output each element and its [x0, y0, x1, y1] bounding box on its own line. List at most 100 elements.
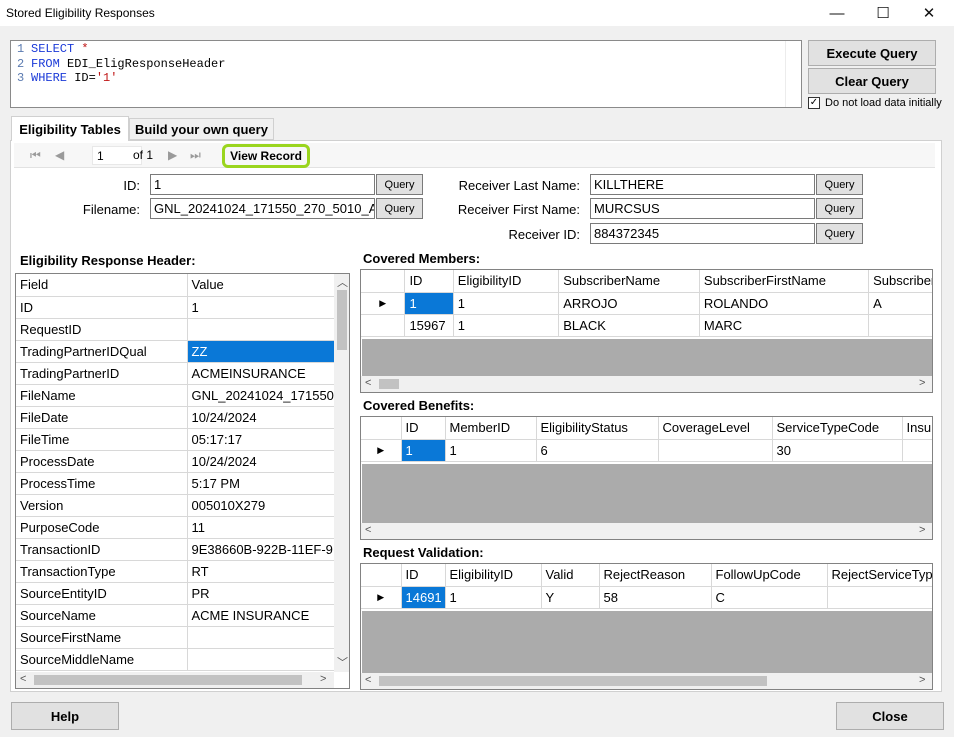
column-header[interactable]: EligibilityID: [453, 270, 560, 293]
row-header[interactable]: [361, 314, 406, 337]
scroll-right-icon[interactable]: >: [919, 524, 925, 536]
receiver-id-input[interactable]: 884372345: [590, 223, 815, 244]
row-header[interactable]: ▶: [361, 439, 402, 462]
hscroll-thumb[interactable]: [379, 379, 399, 389]
column-header[interactable]: FollowUpCode: [711, 564, 828, 587]
table-row[interactable]: ID 1: [16, 296, 335, 319]
hscroll-thumb[interactable]: [379, 676, 767, 686]
help-button[interactable]: Help: [11, 702, 119, 730]
column-header[interactable]: ID: [401, 564, 446, 587]
field-cell[interactable]: Version: [16, 494, 188, 517]
value-cell[interactable]: 05:17:17: [187, 428, 335, 451]
scroll-right-icon[interactable]: >: [919, 377, 925, 389]
table-row[interactable]: FileDate 10/24/2024: [16, 406, 335, 429]
table-cell[interactable]: Y: [541, 586, 600, 609]
value-cell[interactable]: 10/24/2024: [187, 450, 335, 473]
table-row[interactable]: TransactionType RT: [16, 560, 335, 583]
table-cell[interactable]: 1: [401, 439, 446, 462]
validation-grid-hscroll[interactable]: < >: [361, 673, 932, 689]
table-cell[interactable]: MARC: [699, 314, 870, 337]
value-cell[interactable]: PR: [187, 582, 335, 605]
table-cell[interactable]: 15967: [404, 314, 454, 337]
field-cell[interactable]: TransactionID: [16, 538, 188, 561]
column-header[interactable]: ID: [401, 417, 446, 440]
value-cell[interactable]: [187, 626, 335, 649]
table-cell[interactable]: ARROJO: [558, 292, 700, 315]
close-window-button[interactable]: ✕: [906, 0, 952, 26]
field-cell[interactable]: TransactionType: [16, 560, 188, 583]
table-row[interactable]: ▶ 1 1 6 30: [361, 439, 932, 462]
field-cell[interactable]: SourceName: [16, 604, 188, 627]
do-not-load-checkbox[interactable]: ✓: [808, 97, 820, 109]
last-name-query-button[interactable]: Query: [816, 174, 863, 195]
field-cell[interactable]: SourceEntityID: [16, 582, 188, 605]
field-cell[interactable]: FileDate: [16, 406, 188, 429]
table-cell[interactable]: 58: [599, 586, 712, 609]
value-cell[interactable]: GNL_20241024_171550.: [187, 384, 335, 407]
receiver-first-name-input[interactable]: MURCSUS: [590, 198, 815, 219]
field-cell[interactable]: SourceMiddleName: [16, 648, 188, 671]
filename-input[interactable]: GNL_20241024_171550_270_5010_ACME: [150, 198, 375, 219]
first-name-query-button[interactable]: Query: [816, 198, 863, 219]
table-row[interactable]: TransactionID 9E38660B-922B-11EF-9: [16, 538, 335, 561]
column-header[interactable]: MemberID: [445, 417, 537, 440]
table-row[interactable]: FileName GNL_20241024_171550.: [16, 384, 335, 407]
column-header[interactable]: EligibilityID: [445, 564, 542, 587]
table-row[interactable]: ProcessTime 5:17 PM: [16, 472, 335, 495]
benefits-grid-hscroll[interactable]: < >: [361, 523, 932, 539]
field-cell[interactable]: RequestID: [16, 318, 188, 341]
header-grid-vscroll[interactable]: ︿ ﹀: [334, 274, 349, 672]
table-cell[interactable]: 1: [445, 586, 542, 609]
id-input[interactable]: 1: [150, 174, 375, 195]
value-cell[interactable]: 11: [187, 516, 335, 539]
column-header[interactable]: SubscriberName: [558, 270, 700, 293]
table-row[interactable]: RequestID: [16, 318, 335, 341]
first-record-icon[interactable]: ⏮: [30, 148, 41, 163]
tab-build-query[interactable]: Build your own query: [129, 118, 274, 140]
table-row[interactable]: ProcessDate 10/24/2024: [16, 450, 335, 473]
value-cell[interactable]: RT: [187, 560, 335, 583]
table-cell[interactable]: 6: [536, 439, 659, 462]
field-cell[interactable]: TradingPartnerIDQual: [16, 340, 188, 363]
scroll-left-icon[interactable]: <: [365, 524, 371, 536]
field-cell[interactable]: ProcessTime: [16, 472, 188, 495]
field-cell[interactable]: SourceFirstName: [16, 626, 188, 649]
table-row[interactable]: TradingPartnerID ACMEINSURANCE: [16, 362, 335, 385]
row-header[interactable]: ▶: [361, 292, 406, 315]
table-row[interactable]: 15967 1 BLACK MARC: [361, 314, 932, 337]
value-cell[interactable]: ZZ: [187, 340, 335, 363]
table-cell[interactable]: A: [868, 292, 932, 315]
scroll-left-icon[interactable]: <: [20, 673, 26, 685]
table-cell[interactable]: C: [711, 586, 828, 609]
value-cell[interactable]: ACMEINSURANCE: [187, 362, 335, 385]
close-button[interactable]: Close: [836, 702, 944, 730]
scroll-up-icon[interactable]: ︿: [337, 274, 348, 290]
execute-query-button[interactable]: Execute Query: [808, 40, 936, 66]
value-cell[interactable]: ACME INSURANCE: [187, 604, 335, 627]
value-cell[interactable]: [187, 318, 335, 341]
table-cell[interactable]: [658, 439, 773, 462]
maximize-button[interactable]: ☐: [860, 0, 906, 26]
table-row[interactable]: ▶ 1 1 ARROJO ROLANDO A: [361, 292, 932, 315]
table-row[interactable]: SourceName ACME INSURANCE: [16, 604, 335, 627]
sql-editor[interactable]: 1 2 3 SELECT * FROM EDI_EligResponseHead…: [10, 40, 802, 108]
table-cell[interactable]: 30: [772, 439, 903, 462]
vscroll-thumb[interactable]: [337, 290, 347, 350]
tab-eligibility-tables[interactable]: Eligibility Tables: [11, 116, 129, 141]
table-row[interactable]: SourceEntityID PR: [16, 582, 335, 605]
scroll-right-icon[interactable]: >: [320, 673, 326, 685]
table-row[interactable]: PurposeCode 11: [16, 516, 335, 539]
table-row[interactable]: SourceFirstName: [16, 626, 335, 649]
column-header[interactable]: Field: [16, 274, 188, 297]
field-cell[interactable]: FileName: [16, 384, 188, 407]
value-cell[interactable]: 005010X279: [187, 494, 335, 517]
field-cell[interactable]: FileTime: [16, 428, 188, 451]
sql-scrollbar[interactable]: [785, 41, 801, 107]
field-cell[interactable]: TradingPartnerID: [16, 362, 188, 385]
filename-query-button[interactable]: Query: [376, 198, 423, 219]
row-header[interactable]: ▶: [361, 586, 402, 609]
column-header[interactable]: SubscriberFirstName: [699, 270, 870, 293]
column-header[interactable]: CoverageLevel: [658, 417, 773, 440]
column-header[interactable]: EligibilityStatus: [536, 417, 659, 440]
receiver-last-name-input[interactable]: KILLTHERE: [590, 174, 815, 195]
